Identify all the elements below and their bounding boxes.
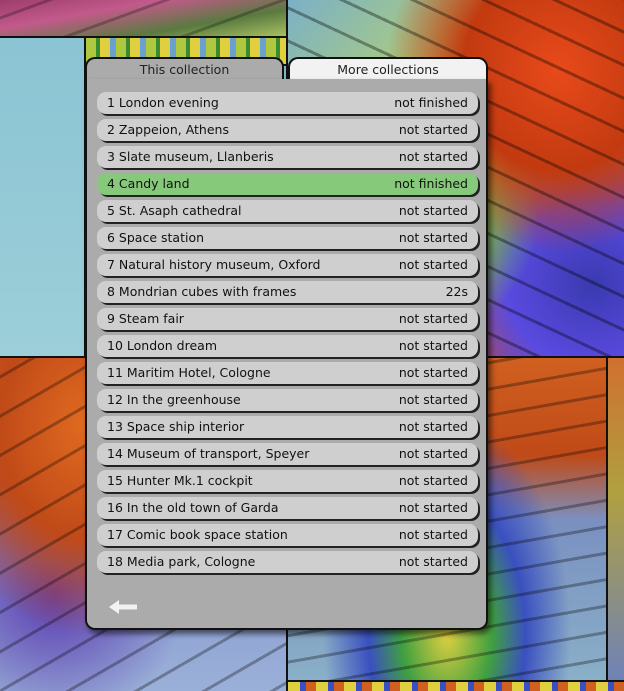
puzzle-name: 17 Comic book space station: [107, 527, 288, 542]
puzzle-status: not started: [398, 365, 468, 380]
puzzle-row[interactable]: 9 Steam fair not started: [97, 308, 478, 330]
puzzle-status: not started: [398, 554, 468, 569]
tab-more-collections[interactable]: More collections: [288, 57, 488, 81]
puzzle-name: 8 Mondrian cubes with frames: [107, 284, 297, 299]
puzzle-row[interactable]: 17 Comic book space station not started: [97, 524, 478, 546]
puzzle-status: not started: [398, 392, 468, 407]
puzzle-status: not started: [398, 230, 468, 245]
puzzle-name: 11 Maritim Hotel, Cologne: [107, 365, 271, 380]
puzzle-row[interactable]: 5 St. Asaph cathedral not started: [97, 200, 478, 222]
puzzle-status: not started: [398, 473, 468, 488]
puzzle-name: 18 Media park, Cologne: [107, 554, 256, 569]
puzzle-name: 6 Space station: [107, 230, 205, 245]
puzzle-status: not started: [398, 338, 468, 353]
puzzle-tile: [606, 356, 624, 691]
puzzle-tile: [286, 680, 624, 691]
puzzle-name: 1 London evening: [107, 95, 219, 110]
puzzle-name: 10 London dream: [107, 338, 217, 353]
puzzle-row[interactable]: 12 In the greenhouse not started: [97, 389, 478, 411]
puzzle-row[interactable]: 16 In the old town of Garda not started: [97, 497, 478, 519]
puzzle-row[interactable]: 15 Hunter Mk.1 cockpit not started: [97, 470, 478, 492]
puzzle-row[interactable]: 7 Natural history museum, Oxford not star…: [97, 254, 478, 276]
puzzle-status: not started: [398, 203, 468, 218]
puzzle-row[interactable]: 13 Space ship interior not started: [97, 416, 478, 438]
puzzle-row[interactable]: 8 Mondrian cubes with frames 22s: [97, 281, 478, 303]
puzzle-name: 15 Hunter Mk.1 cockpit: [107, 473, 253, 488]
puzzle-status: not started: [398, 149, 468, 164]
back-arrow-icon[interactable]: [107, 597, 141, 617]
puzzle-status: not started: [398, 419, 468, 434]
puzzle-status: not started: [398, 446, 468, 461]
puzzle-status: not finished: [394, 95, 468, 110]
puzzle-name: 4 Candy land: [107, 176, 190, 191]
puzzle-row[interactable]: 2 Zappeion, Athens not started: [97, 119, 478, 141]
puzzle-status: 22s: [445, 284, 468, 299]
puzzle-name: 5 St. Asaph cathedral: [107, 203, 242, 218]
puzzle-row[interactable]: 6 Space station not started: [97, 227, 478, 249]
puzzle-row[interactable]: 11 Maritim Hotel, Cologne not started: [97, 362, 478, 384]
tab-this-collection[interactable]: This collection: [85, 57, 284, 81]
puzzle-name: 16 In the old town of Garda: [107, 500, 279, 515]
puzzle-row[interactable]: 1 London evening not finished: [97, 92, 478, 114]
puzzle-status: not started: [398, 527, 468, 542]
puzzle-name: 3 Slate museum, Llanberis: [107, 149, 274, 164]
puzzle-name: 12 In the greenhouse: [107, 392, 241, 407]
puzzle-tile: [0, 36, 86, 358]
puzzle-list: 1 London evening not finished 2 Zappeion, …: [97, 92, 478, 578]
puzzle-name: 7 Natural history museum, Oxford: [107, 257, 321, 272]
puzzle-tile: [0, 0, 288, 38]
puzzle-row[interactable]: 18 Media park, Cologne not started: [97, 551, 478, 573]
puzzle-name: 9 Steam fair: [107, 311, 184, 326]
puzzle-row[interactable]: 4 Candy land not finished: [97, 173, 478, 195]
collection-panel: 1 London evening not finished 2 Zappeion, …: [85, 79, 488, 630]
puzzle-row[interactable]: 14 Museum of transport, Speyer not starte…: [97, 443, 478, 465]
puzzle-name: 2 Zappeion, Athens: [107, 122, 229, 137]
puzzle-status: not started: [398, 500, 468, 515]
puzzle-status: not finished: [394, 176, 468, 191]
puzzle-row[interactable]: 3 Slate museum, Llanberis not started: [97, 146, 478, 168]
puzzle-row[interactable]: 10 London dream not started: [97, 335, 478, 357]
puzzle-status: not started: [398, 122, 468, 137]
puzzle-status: not started: [398, 311, 468, 326]
puzzle-name: 14 Museum of transport, Speyer: [107, 446, 310, 461]
puzzle-status: not started: [398, 257, 468, 272]
puzzle-name: 13 Space ship interior: [107, 419, 245, 434]
